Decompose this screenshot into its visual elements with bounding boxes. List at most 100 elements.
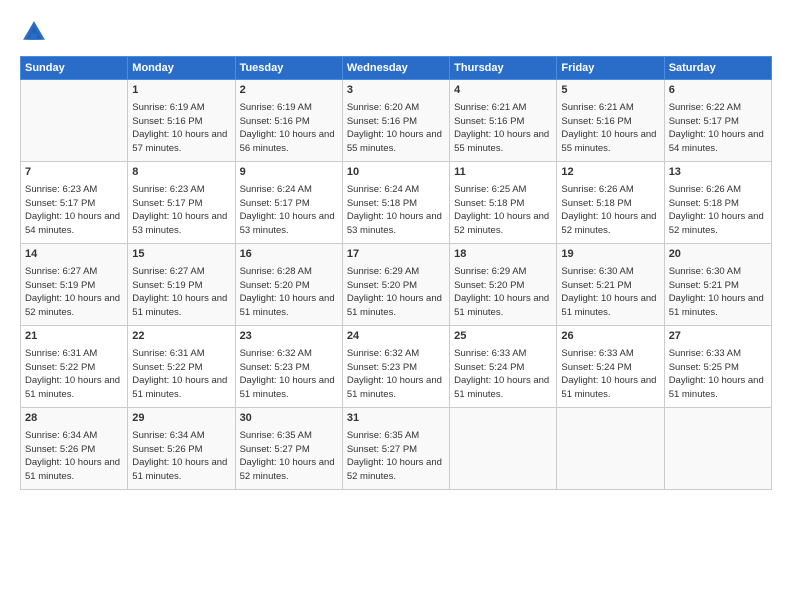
- day-info: Sunrise: 6:32 AMSunset: 5:23 PMDaylight:…: [240, 347, 338, 402]
- weekday-header-saturday: Saturday: [664, 57, 771, 80]
- calendar-cell: 22Sunrise: 6:31 AMSunset: 5:22 PMDayligh…: [128, 326, 235, 408]
- day-number: 18: [454, 247, 552, 263]
- day-info: Sunrise: 6:32 AMSunset: 5:23 PMDaylight:…: [347, 347, 445, 402]
- calendar-cell: 29 Sunrise: 6:34 AMSunset: 5:26 PMDayligh…: [128, 408, 235, 490]
- calendar-cell: 16 Sunrise: 6:28 AMSunset: 5:20 PMDayligh…: [235, 244, 342, 326]
- day-number: 3: [347, 83, 445, 99]
- day-number: 8: [132, 165, 230, 181]
- day-info: Sunrise: 6:26 AMSunset: 5:18 PMDaylight:…: [561, 183, 659, 238]
- day-number: 31: [347, 411, 445, 427]
- day-number: 26: [561, 329, 659, 345]
- week-row-1: 1 Sunrise: 6:19 AMSunset: 5:16 PMDaylight…: [21, 80, 772, 162]
- day-info: Sunrise: 6:35 AMSunset: 5:27 PMDaylight:…: [240, 429, 338, 484]
- day-number: 27: [669, 329, 767, 345]
- calendar-cell: 5 Sunrise: 6:21 AMSunset: 5:16 PMDaylight…: [557, 80, 664, 162]
- day-number: 1: [132, 83, 230, 99]
- week-row-5: 28 Sunrise: 6:34 AMSunset: 5:26 PMDayligh…: [21, 408, 772, 490]
- calendar-cell: 7 Sunrise: 6:23 AMSunset: 5:17 PMDaylight…: [21, 162, 128, 244]
- calendar-cell: 19 Sunrise: 6:30 AMSunset: 5:21 PMDayligh…: [557, 244, 664, 326]
- day-number: 11: [454, 165, 552, 181]
- weekday-header-row: SundayMondayTuesdayWednesdayThursdayFrid…: [21, 57, 772, 80]
- day-number: 12: [561, 165, 659, 181]
- day-info: Sunrise: 6:26 AMSunset: 5:18 PMDaylight:…: [669, 183, 767, 238]
- day-number: 28: [25, 411, 123, 427]
- week-row-2: 7 Sunrise: 6:23 AMSunset: 5:17 PMDaylight…: [21, 162, 772, 244]
- day-info: Sunrise: 6:33 AMSunset: 5:25 PMDaylight:…: [669, 347, 767, 402]
- calendar-cell: 3 Sunrise: 6:20 AMSunset: 5:16 PMDaylight…: [342, 80, 449, 162]
- logo-icon: [20, 18, 48, 46]
- calendar-table: SundayMondayTuesdayWednesdayThursdayFrid…: [20, 56, 772, 490]
- day-number: 7: [25, 165, 123, 181]
- calendar-cell: 9 Sunrise: 6:24 AMSunset: 5:17 PMDaylight…: [235, 162, 342, 244]
- calendar-cell: 10Sunrise: 6:24 AMSunset: 5:18 PMDayligh…: [342, 162, 449, 244]
- calendar-cell: 20 Sunrise: 6:30 AMSunset: 5:21 PMDayligh…: [664, 244, 771, 326]
- day-number: 29: [132, 411, 230, 427]
- calendar-page: SundayMondayTuesdayWednesdayThursdayFrid…: [0, 0, 792, 612]
- day-info: Sunrise: 6:30 AMSunset: 5:21 PMDaylight:…: [669, 265, 767, 320]
- calendar-cell: 27 Sunrise: 6:33 AMSunset: 5:25 PMDayligh…: [664, 326, 771, 408]
- day-info: Sunrise: 6:23 AMSunset: 5:17 PMDaylight:…: [25, 183, 123, 238]
- weekday-header-thursday: Thursday: [450, 57, 557, 80]
- day-number: 21: [25, 329, 123, 345]
- calendar-cell: 4 Sunrise: 6:21 AMSunset: 5:16 PMDaylight…: [450, 80, 557, 162]
- day-number: 4: [454, 83, 552, 99]
- day-number: 20: [669, 247, 767, 263]
- calendar-cell: 18 Sunrise: 6:29 AMSunset: 5:20 PMDayligh…: [450, 244, 557, 326]
- calendar-cell: 1 Sunrise: 6:19 AMSunset: 5:16 PMDaylight…: [128, 80, 235, 162]
- weekday-header-wednesday: Wednesday: [342, 57, 449, 80]
- day-number: 14: [25, 247, 123, 263]
- day-info: Sunrise: 6:20 AMSunset: 5:16 PMDaylight:…: [347, 101, 445, 156]
- day-info: Sunrise: 6:27 AMSunset: 5:19 PMDaylight:…: [25, 265, 123, 320]
- day-info: Sunrise: 6:24 AMSunset: 5:17 PMDaylight:…: [240, 183, 338, 238]
- calendar-cell: 25Sunrise: 6:33 AMSunset: 5:24 PMDayligh…: [450, 326, 557, 408]
- weekday-header-monday: Monday: [128, 57, 235, 80]
- day-number: 17: [347, 247, 445, 263]
- day-info: Sunrise: 6:27 AMSunset: 5:19 PMDaylight:…: [132, 265, 230, 320]
- calendar-cell: 24 Sunrise: 6:32 AMSunset: 5:23 PMDayligh…: [342, 326, 449, 408]
- day-number: 16: [240, 247, 338, 263]
- day-info: Sunrise: 6:33 AMSunset: 5:24 PMDaylight:…: [561, 347, 659, 402]
- day-info: Sunrise: 6:21 AMSunset: 5:16 PMDaylight:…: [561, 101, 659, 156]
- weekday-header-tuesday: Tuesday: [235, 57, 342, 80]
- day-info: Sunrise: 6:21 AMSunset: 5:16 PMDaylight:…: [454, 101, 552, 156]
- header: [20, 18, 772, 46]
- calendar-cell: [557, 408, 664, 490]
- calendar-cell: 6 Sunrise: 6:22 AMSunset: 5:17 PMDaylight…: [664, 80, 771, 162]
- day-info: Sunrise: 6:19 AMSunset: 5:16 PMDaylight:…: [240, 101, 338, 156]
- day-info: Sunrise: 6:34 AMSunset: 5:26 PMDaylight:…: [132, 429, 230, 484]
- day-info: Sunrise: 6:22 AMSunset: 5:17 PMDaylight:…: [669, 101, 767, 156]
- calendar-cell: 8 Sunrise: 6:23 AMSunset: 5:17 PMDaylight…: [128, 162, 235, 244]
- calendar-cell: 23 Sunrise: 6:32 AMSunset: 5:23 PMDayligh…: [235, 326, 342, 408]
- day-number: 19: [561, 247, 659, 263]
- logo: [20, 18, 52, 46]
- day-info: Sunrise: 6:28 AMSunset: 5:20 PMDaylight:…: [240, 265, 338, 320]
- day-info: Sunrise: 6:31 AMSunset: 5:22 PMDaylight:…: [132, 347, 230, 402]
- weekday-header-sunday: Sunday: [21, 57, 128, 80]
- calendar-cell: 28 Sunrise: 6:34 AMSunset: 5:26 PMDayligh…: [21, 408, 128, 490]
- day-number: 2: [240, 83, 338, 99]
- day-number: 15: [132, 247, 230, 263]
- calendar-cell: 30 Sunrise: 6:35 AMSunset: 5:27 PMDayligh…: [235, 408, 342, 490]
- day-number: 23: [240, 329, 338, 345]
- week-row-4: 21 Sunrise: 6:31 AMSunset: 5:22 PMDayligh…: [21, 326, 772, 408]
- calendar-cell: [450, 408, 557, 490]
- day-info: Sunrise: 6:23 AMSunset: 5:17 PMDaylight:…: [132, 183, 230, 238]
- calendar-cell: 2 Sunrise: 6:19 AMSunset: 5:16 PMDaylight…: [235, 80, 342, 162]
- day-number: 30: [240, 411, 338, 427]
- day-number: 24: [347, 329, 445, 345]
- day-number: 5: [561, 83, 659, 99]
- calendar-cell: 12 Sunrise: 6:26 AMSunset: 5:18 PMDayligh…: [557, 162, 664, 244]
- day-number: 9: [240, 165, 338, 181]
- day-number: 6: [669, 83, 767, 99]
- day-number: 25: [454, 329, 552, 345]
- day-info: Sunrise: 6:29 AMSunset: 5:20 PMDaylight:…: [454, 265, 552, 320]
- day-info: Sunrise: 6:34 AMSunset: 5:26 PMDaylight:…: [25, 429, 123, 484]
- calendar-cell: 14 Sunrise: 6:27 AMSunset: 5:19 PMDayligh…: [21, 244, 128, 326]
- day-info: Sunrise: 6:19 AMSunset: 5:16 PMDaylight:…: [132, 101, 230, 156]
- calendar-cell: 15 Sunrise: 6:27 AMSunset: 5:19 PMDayligh…: [128, 244, 235, 326]
- calendar-cell: [664, 408, 771, 490]
- day-info: Sunrise: 6:30 AMSunset: 5:21 PMDaylight:…: [561, 265, 659, 320]
- week-row-3: 14 Sunrise: 6:27 AMSunset: 5:19 PMDayligh…: [21, 244, 772, 326]
- calendar-cell: 26 Sunrise: 6:33 AMSunset: 5:24 PMDayligh…: [557, 326, 664, 408]
- calendar-cell: 11Sunrise: 6:25 AMSunset: 5:18 PMDayligh…: [450, 162, 557, 244]
